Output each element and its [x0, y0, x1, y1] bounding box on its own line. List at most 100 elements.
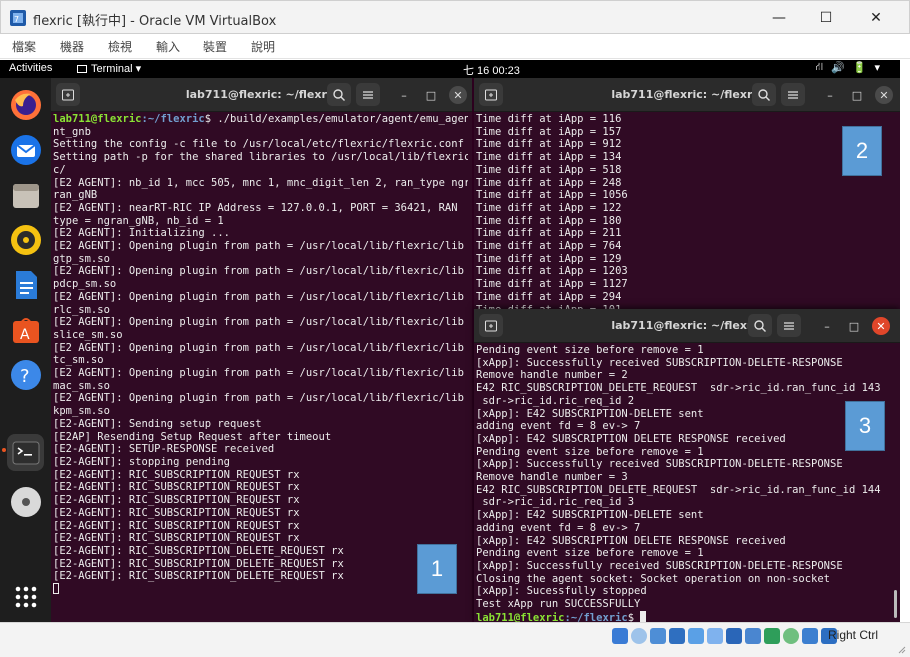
- terminal-1-maximize-button[interactable]: □: [422, 86, 440, 104]
- maximize-button[interactable]: ☐: [803, 1, 849, 35]
- search-icon: [333, 88, 345, 101]
- writer-icon[interactable]: [7, 266, 44, 303]
- cpu-icon[interactable]: [764, 628, 780, 644]
- terminal-window-2[interactable]: lab711@flexric: ~/flexric – □ ✕ Time dif…: [474, 78, 900, 318]
- rhythmbox-icon[interactable]: [7, 221, 44, 258]
- new-tab-button[interactable]: [479, 83, 503, 106]
- optical-drive-icon[interactable]: [631, 628, 647, 644]
- guest-screen[interactable]: Activities Terminal ▾ 七 16 00:23 ⛙ 🔊 🔋 ▾: [0, 60, 900, 622]
- hamburger-menu-button[interactable]: [781, 83, 805, 106]
- show-apps-icon[interactable]: [7, 578, 44, 615]
- menu-machine[interactable]: 機器: [60, 38, 84, 55]
- menu-bar: 檔案 機器 檢視 輸入 裝置 說明: [0, 34, 910, 59]
- text-cursor: [640, 610, 647, 622]
- terminal-window-3[interactable]: lab711@flexric: ~/flexric – □ ✕ Pending …: [474, 309, 900, 622]
- prompt-path: :~/flexric: [141, 113, 205, 125]
- new-tab-button[interactable]: [479, 314, 503, 337]
- menu-help[interactable]: 說明: [251, 38, 275, 55]
- terminal-2-output[interactable]: Time diff at iApp = 116 Time diff at iAp…: [476, 113, 896, 318]
- software-icon[interactable]: A: [7, 311, 44, 348]
- search-button[interactable]: [752, 83, 776, 106]
- system-tray[interactable]: ⛙ 🔊 🔋 ▾: [815, 61, 880, 75]
- terminal-3-output[interactable]: Pending event size before remove = 1 [xA…: [476, 344, 896, 622]
- minimize-button[interactable]: —: [756, 1, 802, 35]
- dvd-icon[interactable]: [7, 483, 44, 520]
- search-button[interactable]: [748, 314, 772, 337]
- host-key-label: Right Ctrl: [828, 628, 879, 642]
- dock: A ?: [0, 78, 51, 622]
- menu-file[interactable]: 檔案: [12, 38, 36, 55]
- text-cursor: [53, 583, 59, 595]
- search-icon: [754, 319, 766, 332]
- guest-additions-icon[interactable]: [783, 628, 799, 644]
- terminal-1-output[interactable]: lab711@flexric:~/flexric$ ./build/exampl…: [53, 113, 468, 622]
- network-adapter-icon[interactable]: [669, 628, 685, 644]
- shared-folders-icon[interactable]: [707, 628, 723, 644]
- new-tab-icon: [485, 89, 497, 100]
- new-tab-button[interactable]: [56, 83, 80, 106]
- audio-icon[interactable]: [650, 628, 666, 644]
- display-icon[interactable]: [726, 628, 742, 644]
- annotation-box-2: 2: [842, 126, 882, 176]
- terminal-1-minimize-button[interactable]: –: [395, 86, 413, 104]
- hard-disk-icon[interactable]: [612, 628, 628, 644]
- search-button[interactable]: [327, 83, 351, 106]
- prompt-user: lab711@flexric: [476, 611, 565, 622]
- menu-input[interactable]: 輸入: [156, 38, 180, 55]
- search-icon: [758, 88, 770, 101]
- window-title: flexric [執行中] - Oracle VM VirtualBox: [33, 14, 277, 29]
- svg-text:?: ?: [20, 366, 30, 387]
- terminal-3-close-button[interactable]: ✕: [872, 317, 890, 335]
- hamburger-menu-button[interactable]: [777, 314, 801, 337]
- prompt-user: lab711@flexric: [53, 113, 142, 125]
- terminal-2-minimize-button[interactable]: –: [821, 86, 839, 104]
- terminal-2-maximize-button[interactable]: □: [848, 86, 866, 104]
- close-button[interactable]: ✕: [853, 1, 899, 35]
- firefox-icon[interactable]: [7, 86, 44, 123]
- network-icon: ⛙: [815, 61, 824, 73]
- terminal-3-lines: Pending event size before remove = 1 [xA…: [476, 344, 881, 611]
- prompt-command: $: [627, 611, 641, 622]
- terminal-2-headerbar[interactable]: lab711@flexric: ~/flexric – □ ✕: [474, 78, 900, 112]
- terminal-icon[interactable]: [7, 434, 44, 471]
- thunderbird-icon[interactable]: [7, 131, 44, 168]
- terminal-3-maximize-button[interactable]: □: [845, 317, 863, 335]
- svg-text:7: 7: [14, 15, 19, 24]
- terminal-1-headerbar[interactable]: lab711@flexric: ~/flexric – □ ✕: [51, 78, 472, 112]
- status-icons: [612, 628, 837, 644]
- terminal-2-close-button[interactable]: ✕: [875, 86, 893, 104]
- clock[interactable]: 七 16 00:23: [463, 62, 520, 78]
- terminal-1-lines: nt_gnb Setting the config -c file to /us…: [53, 125, 468, 583]
- files-icon[interactable]: [7, 176, 44, 213]
- terminal-3-minimize-button[interactable]: –: [818, 317, 836, 335]
- gnome-top-bar: Activities Terminal ▾ 七 16 00:23 ⛙ 🔊 🔋 ▾: [0, 60, 900, 78]
- chevron-down-icon: ▾: [874, 62, 880, 74]
- video-capture-icon[interactable]: [745, 628, 761, 644]
- svg-text:A: A: [20, 327, 30, 343]
- terminal-3-headerbar[interactable]: lab711@flexric: ~/flexric – □ ✕: [474, 309, 900, 343]
- activities-button[interactable]: Activities: [9, 62, 52, 74]
- new-tab-icon: [485, 320, 497, 331]
- app-menu-terminal[interactable]: Terminal ▾: [77, 62, 141, 75]
- hamburger-menu-button[interactable]: [356, 83, 380, 106]
- resize-grip-icon[interactable]: [896, 644, 906, 654]
- hamburger-menu-icon: [363, 90, 373, 99]
- terminal-3-scrollbar[interactable]: [894, 590, 897, 618]
- annotation-box-3: 3: [845, 401, 885, 451]
- terminal-1-close-button[interactable]: ✕: [449, 86, 467, 104]
- window-titlebar[interactable]: 7 flexric [執行中] - Oracle VM VirtualBox —…: [0, 0, 910, 34]
- hamburger-menu-icon: [788, 90, 798, 99]
- hamburger-menu-icon: [784, 321, 794, 330]
- mouse-integration-icon[interactable]: [802, 628, 818, 644]
- terminal-window-1[interactable]: lab711@flexric: ~/flexric – □ ✕ lab711@f…: [51, 78, 472, 622]
- usb-icon[interactable]: [688, 628, 704, 644]
- terminal-3-title: lab711@flexric: ~/flexric: [611, 319, 763, 332]
- help-icon[interactable]: ?: [7, 356, 44, 393]
- volume-icon: 🔊: [831, 62, 845, 74]
- menu-view[interactable]: 檢視: [108, 38, 132, 55]
- terminal-small-icon: [77, 65, 87, 73]
- menu-devices[interactable]: 裝置: [203, 38, 227, 55]
- prompt-path: :~/flexric: [564, 611, 628, 622]
- prompt-command: $ ./build/examples/emulator/agent/emu_ag…: [204, 113, 468, 125]
- annotation-box-1: 1: [417, 544, 457, 594]
